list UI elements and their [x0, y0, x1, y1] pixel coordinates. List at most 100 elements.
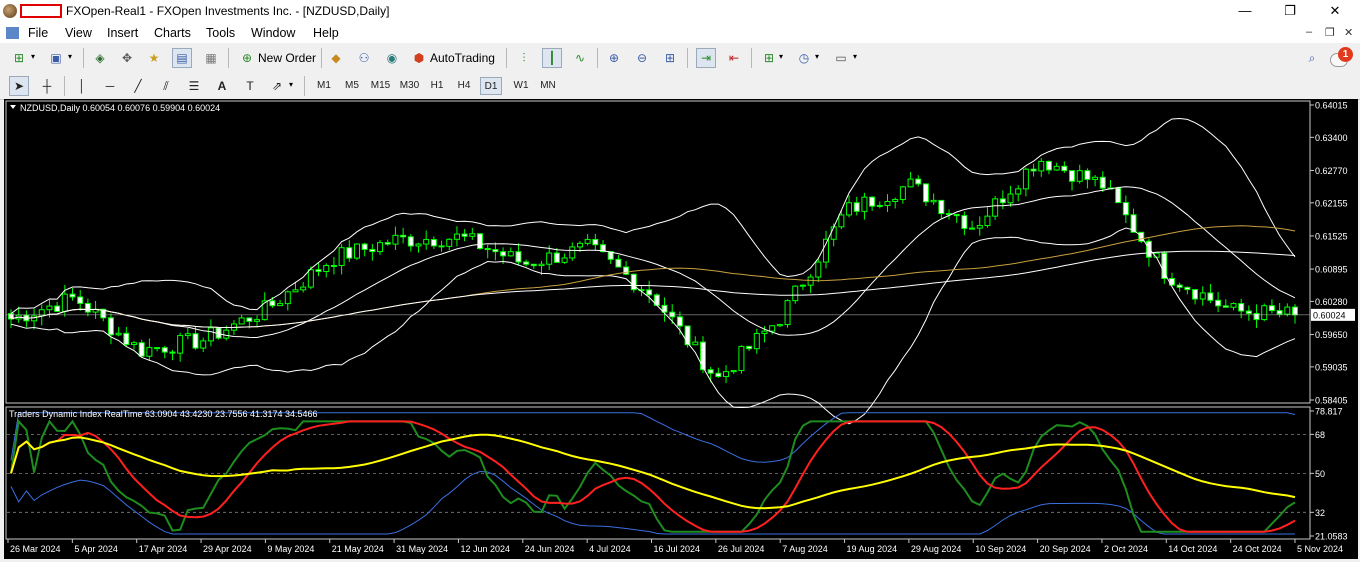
new-order-button[interactable]: New Order: [258, 51, 316, 65]
templates-icon[interactable]: ▭: [831, 48, 851, 68]
candle-body: [730, 370, 737, 373]
dropdown-arrow-icon[interactable]: ▾: [289, 80, 293, 89]
fibonacci-icon[interactable]: ☰: [184, 76, 204, 96]
date-tick-label: 12 Jun 2024: [460, 544, 510, 554]
bar-chart-icon[interactable]: ⫶: [514, 48, 534, 68]
new-order-icon[interactable]: ⊕: [237, 48, 257, 68]
candle-body: [669, 311, 676, 318]
equidistant-channel-icon[interactable]: ⫽: [156, 76, 176, 96]
menu-insert[interactable]: Insert: [107, 26, 138, 40]
candle-body: [738, 345, 745, 372]
candle-body: [984, 215, 991, 227]
candlestick-icon[interactable]: ┃: [542, 48, 562, 68]
menu-view[interactable]: View: [65, 26, 92, 40]
market-watch-icon[interactable]: ◈: [90, 48, 110, 68]
auto-scroll-icon[interactable]: ⇥: [696, 48, 716, 68]
candle-body: [315, 269, 322, 272]
profiles-icon[interactable]: ▣: [46, 48, 66, 68]
timeframe-h1-button[interactable]: H1: [426, 77, 448, 95]
candle-body: [423, 239, 430, 245]
vertical-line-icon[interactable]: │: [72, 76, 92, 96]
candle-body: [254, 319, 261, 322]
menu-tools[interactable]: Tools: [206, 26, 235, 40]
text-icon[interactable]: A: [212, 76, 232, 96]
trendline-icon[interactable]: ╱: [128, 76, 148, 96]
chart-canvas[interactable]: 0.60024 0.64015 0.63400 0.62770 0.62155 0.615…: [4, 99, 1358, 559]
search-icon[interactable]: ⌕: [1302, 48, 1322, 68]
candle-body: [1115, 187, 1122, 204]
timeframe-mn-button[interactable]: MN: [537, 77, 559, 95]
menu-file[interactable]: File: [28, 26, 48, 40]
dropdown-arrow-icon[interactable]: ▾: [31, 52, 35, 61]
candle-body: [1268, 305, 1275, 312]
arrows-icon[interactable]: ⇗: [267, 76, 287, 96]
close-button[interactable]: ✕: [1325, 2, 1345, 20]
autotrading-icon[interactable]: ⬢: [409, 48, 429, 68]
timeframe-m15-button[interactable]: M15: [368, 77, 393, 95]
signals-icon[interactable]: ⚇: [354, 48, 374, 68]
candle-body: [961, 215, 968, 229]
candle-body: [1238, 303, 1245, 312]
dropdown-arrow-icon[interactable]: ▾: [815, 52, 819, 61]
mdi-restore-button[interactable]: ❐: [1325, 26, 1335, 39]
minimize-button[interactable]: —: [1235, 2, 1255, 20]
candle-body: [330, 264, 337, 267]
candle-body: [753, 332, 760, 350]
data-window-icon[interactable]: ✥: [117, 48, 137, 68]
zoom-in-icon[interactable]: ⊕: [604, 48, 624, 68]
mdi-minimize-button[interactable]: –: [1306, 26, 1312, 38]
candle-body: [869, 196, 876, 207]
toolbar-separator: [228, 48, 229, 68]
notifications-icon[interactable]: 1: [1330, 47, 1354, 69]
horizontal-line-icon[interactable]: ─: [100, 76, 120, 96]
candle-body: [715, 372, 722, 378]
market-icon[interactable]: ◉: [382, 48, 402, 68]
date-tick-label: 24 Oct 2024: [1233, 544, 1282, 554]
date-tick-label: 7 Aug 2024: [782, 544, 828, 554]
collapse-triangle-icon[interactable]: [10, 105, 16, 109]
menu-window[interactable]: Window: [251, 26, 295, 40]
timeframe-w1-button[interactable]: W1: [510, 77, 532, 95]
chart-window[interactable]: 0.60024 0.64015 0.63400 0.62770 0.62155 0.615…: [4, 99, 1358, 559]
menu-help[interactable]: Help: [313, 26, 339, 40]
chart-shift-icon[interactable]: ⇤: [724, 48, 744, 68]
autotrading-button[interactable]: AutoTrading: [430, 51, 495, 65]
dropdown-arrow-icon[interactable]: ▾: [853, 52, 857, 61]
new-chart-icon[interactable]: ⊞: [9, 48, 29, 68]
mdi-close-button[interactable]: ✕: [1344, 26, 1353, 39]
dropdown-arrow-icon[interactable]: ▾: [779, 52, 783, 61]
candle-body: [769, 325, 776, 332]
candle-body: [876, 204, 883, 207]
navigator-icon[interactable]: ★: [144, 48, 164, 68]
timeframe-m30-button[interactable]: M30: [397, 77, 422, 95]
timeframe-d1-button[interactable]: D1: [480, 77, 502, 95]
candle-body: [523, 261, 530, 265]
candle-body: [1038, 160, 1045, 172]
dropdown-arrow-icon[interactable]: ▾: [68, 52, 72, 61]
timeframe-h4-button[interactable]: H4: [453, 77, 475, 95]
metaeditor-icon[interactable]: ◆: [326, 48, 346, 68]
cursor-icon[interactable]: ➤: [9, 76, 29, 96]
zoom-out-icon[interactable]: ⊖: [632, 48, 652, 68]
tile-windows-icon[interactable]: ⊞: [660, 48, 680, 68]
indicators-icon[interactable]: ⊞: [759, 48, 779, 68]
text-label-icon[interactable]: T: [240, 76, 260, 96]
candle-body: [361, 243, 368, 250]
maximize-button[interactable]: ❐: [1280, 2, 1300, 20]
terminal-icon[interactable]: ▤: [172, 48, 192, 68]
candle-body: [646, 289, 653, 296]
candle-body: [300, 286, 307, 291]
line-chart-icon[interactable]: ∿: [570, 48, 590, 68]
timeframe-m1-button[interactable]: M1: [313, 77, 335, 95]
candle-body: [69, 293, 76, 298]
indicator-tick-label: 68: [1315, 430, 1325, 440]
candle-body: [930, 199, 937, 203]
menu-charts[interactable]: Charts: [154, 26, 191, 40]
strategy-tester-icon[interactable]: ▦: [201, 48, 221, 68]
price-tick-label: 0.59035: [1315, 362, 1348, 372]
candle-body: [1199, 292, 1206, 300]
timeframe-m5-button[interactable]: M5: [341, 77, 363, 95]
candle-body: [269, 300, 276, 307]
periods-icon[interactable]: ◷: [794, 48, 814, 68]
crosshair-icon[interactable]: ┼: [37, 76, 57, 96]
